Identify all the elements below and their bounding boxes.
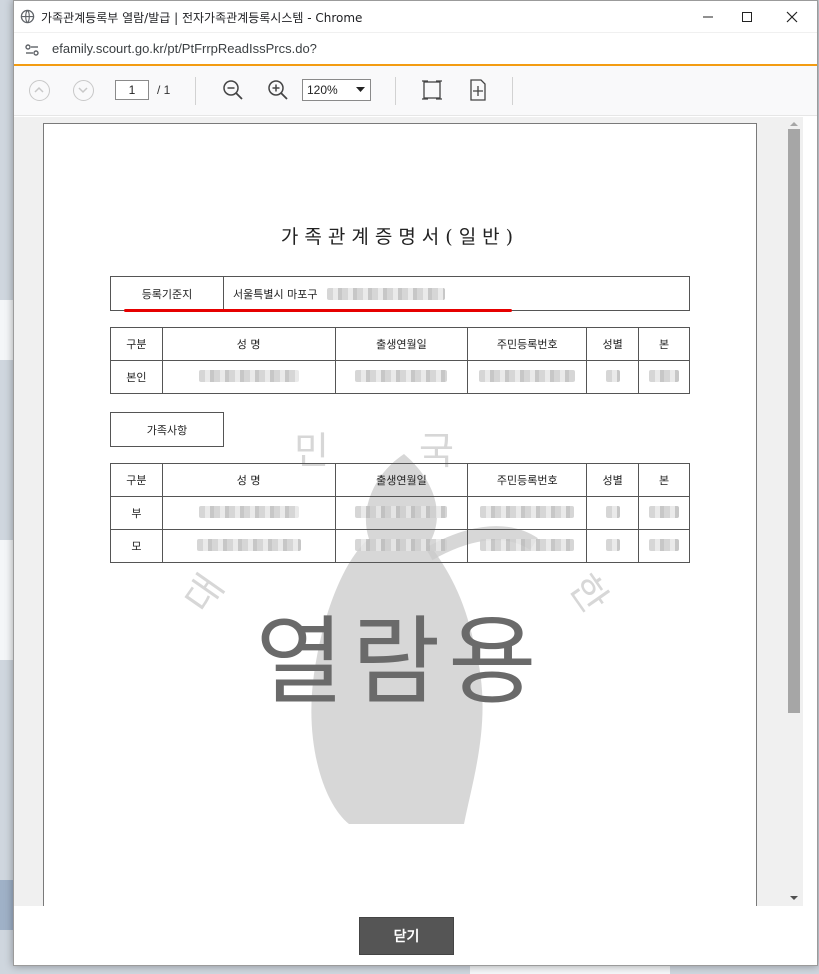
redacted-cell [334, 360, 469, 394]
globe-icon [20, 9, 35, 24]
redacted-cell [638, 496, 690, 530]
toolbar-divider [512, 77, 513, 105]
red-underline [124, 309, 512, 312]
family-table: 구분 성 명 출생연월일 주민등록번호 성별 본 부 모 [110, 463, 690, 563]
address-bar[interactable]: efamily.scourt.go.kr/pt/PtFrrpReadIssPrc… [14, 32, 817, 65]
maximize-button[interactable] [724, 1, 770, 32]
redacted-cell [638, 360, 690, 394]
redacted-text [198, 505, 299, 518]
close-window-button[interactable] [769, 1, 815, 32]
pdf-viewer[interactable]: 대 민 국 한 가족관계증명서(일반) 등록기준지 서울특별시 마포구 구분 성… [14, 117, 803, 913]
table-header-cell: 성별 [586, 327, 640, 361]
redacted-text [327, 287, 446, 300]
table-header-cell: 본 [638, 327, 690, 361]
zoom-in-icon[interactable] [266, 78, 290, 102]
table-header-row: 구분 성 명 출생연월일 주민등록번호 성별 본 [110, 463, 690, 497]
document-title: 가족관계증명서(일반) [280, 226, 520, 248]
redacted-text [479, 369, 576, 382]
chevron-up-icon [34, 86, 44, 93]
table-header-cell: 구분 [110, 463, 163, 497]
close-icon [786, 11, 798, 22]
redacted-text [355, 369, 448, 382]
registration-box: 등록기준지 서울특별시 마포구 [110, 276, 690, 311]
zoom-select[interactable]: 120% [302, 79, 371, 101]
redacted-text [480, 538, 575, 551]
redacted-text [355, 538, 448, 551]
zoom-value: 120% [307, 83, 338, 97]
table-header-cell: 성별 [586, 463, 640, 497]
minimize-icon [703, 16, 713, 17]
row-label: 모 [110, 529, 163, 563]
table-header-cell: 성 명 [161, 327, 336, 361]
redacted-text [480, 505, 575, 518]
redacted-cell [334, 496, 469, 530]
table-row: 부 [110, 496, 690, 530]
maximize-icon [742, 11, 752, 22]
table-header-cell: 주민등록번호 [467, 327, 588, 361]
redacted-text [649, 369, 680, 382]
table-header-cell: 출생연월일 [334, 463, 469, 497]
popup-window: 가족관계등록부 열람/발급 | 전자가족관계등록시스템 - Chrome efa… [13, 0, 818, 966]
table-header-cell: 구분 [110, 327, 163, 361]
table-header-cell: 성 명 [161, 463, 336, 497]
redacted-cell [586, 360, 640, 394]
table-header-cell: 출생연월일 [334, 327, 469, 361]
redacted-cell [467, 360, 588, 394]
redacted-cell [334, 529, 469, 563]
table-header-cell: 본 [638, 463, 690, 497]
redacted-cell [638, 529, 690, 563]
family-section-label: 가족사항 [110, 412, 224, 447]
toolbar-divider [195, 77, 196, 105]
previous-page-button[interactable] [29, 80, 50, 101]
document-page: 대 민 국 한 가족관계증명서(일반) 등록기준지 서울특별시 마포구 구분 성… [43, 123, 757, 913]
redacted-cell [467, 529, 588, 563]
caret-down-icon [356, 87, 365, 92]
pdf-toolbar: 1 / 1 120% [14, 66, 817, 116]
redacted-text [649, 538, 680, 551]
redacted-text [198, 369, 299, 382]
footer: 닫기 [14, 906, 817, 965]
page-number-input[interactable]: 1 [115, 80, 149, 100]
registration-value: 서울특별시 마포구 [224, 277, 689, 310]
page-total: / 1 [157, 83, 171, 97]
person-table: 구분 성 명 출생연월일 주민등록번호 성별 본 본인 [110, 327, 690, 394]
scroll-thumb[interactable] [788, 129, 800, 713]
redacted-text [196, 538, 301, 551]
title-bar: 가족관계등록부 열람/발급 | 전자가족관계등록시스템 - Chrome [14, 1, 817, 32]
redacted-cell [586, 496, 640, 530]
table-header-row: 구분 성 명 출생연월일 주민등록번호 성별 본 [110, 327, 690, 361]
redacted-cell [161, 496, 336, 530]
fit-width-icon[interactable] [420, 78, 444, 102]
redacted-text [355, 505, 448, 518]
zoom-out-icon[interactable] [221, 78, 245, 102]
scroll-down-icon[interactable] [785, 893, 803, 903]
table-row: 모 [110, 529, 690, 563]
view-only-stamp: 열람용 [255, 606, 545, 718]
toolbar-divider [395, 77, 396, 105]
redacted-text [605, 369, 620, 382]
redacted-cell [161, 529, 336, 563]
table-header-cell: 주민등록번호 [467, 463, 588, 497]
next-page-button[interactable] [73, 80, 94, 101]
vertical-scrollbar[interactable] [785, 117, 803, 906]
close-button[interactable]: 닫기 [359, 917, 454, 955]
redacted-text [605, 505, 620, 518]
fit-page-icon[interactable] [466, 78, 490, 102]
site-settings-icon[interactable] [24, 42, 40, 58]
scroll-up-icon[interactable] [785, 119, 803, 129]
window-title: 가족관계등록부 열람/발급 | 전자가족관계등록시스템 - Chrome [41, 11, 363, 25]
url-text[interactable]: efamily.scourt.go.kr/pt/PtFrrpReadIssPrc… [52, 41, 317, 56]
redacted-cell [161, 360, 336, 394]
chevron-down-icon [78, 87, 88, 94]
row-label: 본인 [110, 360, 163, 394]
table-row: 본인 [110, 360, 690, 394]
redacted-cell [586, 529, 640, 563]
registration-label: 등록기준지 [111, 277, 224, 310]
registration-address: 서울특별시 마포구 [233, 287, 318, 301]
redacted-text [605, 538, 620, 551]
redacted-cell [467, 496, 588, 530]
row-label: 부 [110, 496, 163, 530]
redacted-text [649, 505, 680, 518]
